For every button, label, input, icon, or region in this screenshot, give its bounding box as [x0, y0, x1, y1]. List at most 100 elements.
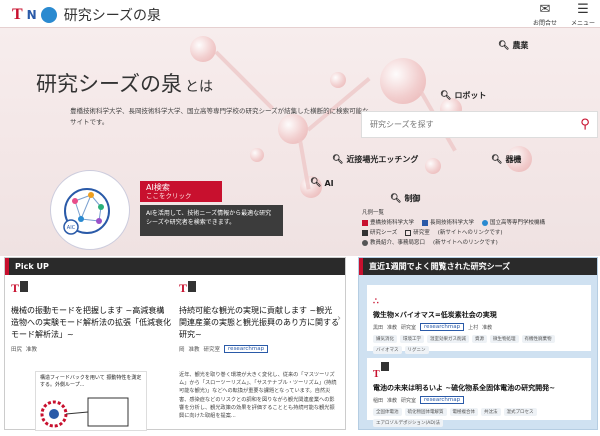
search-icon: 🔍︎	[310, 178, 322, 188]
keyword-chip[interactable]: 湿式プロセス	[503, 408, 537, 416]
legend-row: 豊橋技術科学大学 長岡技術科学大学 国立高等専門学校機構	[362, 218, 598, 228]
menu-button[interactable]: ☰ メニュー	[568, 2, 598, 27]
legend-heading: 凡例一覧	[362, 210, 385, 216]
keyword-chip[interactable]: 硫化物固体電解質	[404, 408, 447, 416]
recent-card-meta: 黒田 准教 研究室 researchmap 上村 准教	[373, 323, 493, 331]
site-title: 研究シーズの泉	[63, 8, 162, 24]
recent-card[interactable]: T 電池の未来は明るいよ ~硫化物系全固体電池の研究開発~ 稲田 准教 研究室 r…	[367, 358, 591, 427]
search-icon: 🔍︎	[332, 154, 344, 165]
toyohashi-badge-icon: T	[11, 281, 29, 296]
seeds-search-box[interactable]: ⚲	[361, 111, 598, 138]
tag-agriculture[interactable]: 🔍︎ 農業	[498, 40, 528, 51]
contact-button[interactable]: ✉ お問合せ	[530, 2, 560, 27]
search-icon: 🔍︎	[498, 40, 510, 51]
search-input[interactable]	[362, 120, 573, 129]
ai-search-sub: ここをクリック	[146, 192, 192, 200]
toyohashi-badge-icon: T	[373, 362, 389, 380]
keyword-chip[interactable]: 電極複合体	[449, 408, 478, 416]
seeds-icon	[362, 230, 368, 236]
pickup-card-meta: 岡准教 研究室 researchmap	[179, 345, 339, 353]
keyword-chips: 全固体電池 硫化物固体電解質 電極複合体 共沈法 湿式プロセス エアロゾルデポジ…	[373, 408, 585, 427]
recent-panel: 直近1週間でよく閲覧された研究シーズ ∴ 微生物×バイオマス=低炭素社会の実現 …	[358, 257, 598, 430]
recent-card-title[interactable]: 電池の未来は明るいよ ~硫化物系全固体電池の研究開発~	[373, 383, 585, 393]
logo-t-mark: T	[12, 6, 23, 23]
site-header: T N 研究シーズの泉 ✉ お問合せ ☰ メニュー	[0, 0, 600, 28]
decor-bubble	[425, 158, 441, 174]
tag-control[interactable]: 🔍︎ 制御	[390, 193, 420, 204]
hero-description: 豊橋技術科学大学、長岡技術科学大学、国立高等専門学校の研究シーズが結集した横断的…	[70, 107, 369, 126]
tag-near-field-etching[interactable]: 🔍︎ 近接場光エッチング	[332, 154, 418, 165]
lab-icon	[405, 230, 412, 236]
person-icon	[362, 240, 368, 246]
legend-item: (新サイトへのリンクです)	[437, 230, 503, 236]
toyohashi-icon	[362, 220, 368, 226]
keyword-chips: 嫌気消化 環境工学 温室効果ガス削減 資源 微生物処理 有機性廃棄物 バイオマス…	[373, 335, 585, 354]
recent-heading: 直近1週間でよく閲覧された研究シーズ	[359, 258, 597, 275]
keyword-chip[interactable]: 温室効果ガス削減	[427, 335, 469, 343]
tag-ai[interactable]: 🔍︎ AI	[310, 178, 334, 188]
search-icon: 🔍︎	[491, 154, 503, 165]
chevron-right-icon[interactable]: ›	[337, 313, 341, 324]
ai-illustration[interactable]: AIC	[50, 170, 130, 250]
tag-equipment[interactable]: 🔍︎ 器機	[491, 154, 521, 165]
nagaoka-icon	[422, 220, 429, 226]
decor-bubble	[250, 148, 264, 162]
search-icon: 🔍︎	[390, 193, 402, 204]
pickup-card-title[interactable]: 持続可能な観光の実現に貢献します ~観光関連産業の実態と観光振興のあり方に関する…	[179, 305, 339, 341]
keyword-chip[interactable]: 微生物処理	[490, 335, 519, 343]
keyword-chip[interactable]: 資源	[472, 335, 487, 343]
hero-title-main: 研究シーズの泉	[36, 72, 182, 96]
legend: 凡例一覧 豊橋技術科学大学 長岡技術科学大学 国立高等専門学校機構 研究シーズ …	[362, 208, 598, 248]
decor-rod	[214, 50, 274, 110]
researchmap-link[interactable]: researchmap	[224, 345, 269, 353]
ai-search-title: AI検索	[146, 183, 170, 192]
researchmap-link[interactable]: researchmap	[420, 323, 465, 331]
keyword-chip[interactable]: エアロゾルデポジション(AD)法	[373, 419, 444, 427]
researchmap-link[interactable]: researchmap	[420, 396, 465, 404]
pickup-card[interactable]: T 機械の振動モードを把握します ~高減衰構造物への実験モード解析法の拡張「低減…	[11, 281, 171, 431]
recent-card-title[interactable]: 微生物×バイオマス=低炭素社会の実現	[373, 310, 585, 320]
kosen-logo-icon	[40, 7, 57, 23]
search-icon[interactable]: ⚲	[573, 117, 597, 132]
keyword-chip[interactable]: 有機性廃棄物	[521, 335, 555, 343]
recent-card-meta: 稲田 准教 研究室 researchmap	[373, 396, 585, 404]
contact-label: お問合せ	[532, 20, 557, 27]
toyohashi-badge-icon: T	[179, 281, 197, 296]
pickup-heading: Pick UP	[5, 258, 345, 275]
hero-title: 研究シーズの泉 とは	[36, 68, 213, 98]
legend-item: 教員紹介、事務局窓口	[362, 238, 425, 248]
hamburger-icon: ☰	[577, 2, 589, 17]
svg-text:AIC: AIC	[67, 225, 76, 231]
keyword-chip[interactable]: 全固体電池	[373, 408, 402, 416]
pickup-card-meta: 田尻 准教	[11, 347, 38, 353]
legend-item: 長岡技術科学大学	[422, 218, 474, 228]
legend-item: 豊橋技術科学大学	[362, 218, 414, 228]
decor-bubble	[380, 58, 426, 104]
tag-robot[interactable]: 🔍︎ ロボット	[440, 90, 486, 101]
pickup-panel: Pick UP T 機械の振動モードを把握します ~高減衰構造物への実験モード解…	[4, 257, 346, 431]
keyword-chip[interactable]: リグニン	[404, 346, 429, 354]
menu-label: メニュー	[570, 20, 595, 27]
ai-search-button[interactable]: AI検索 ここをクリック	[140, 181, 222, 202]
keyword-chip[interactable]: 嫌気消化	[373, 335, 397, 343]
site-logo[interactable]: T N 研究シーズの泉	[12, 5, 161, 25]
ai-description: AIを活用して、技術ニーズ情報から最適な研究シーズや研究者を検索できます。	[140, 205, 283, 236]
mail-icon: ✉	[539, 2, 551, 17]
legend-item: (新サイトへのリンクです)	[433, 240, 498, 246]
logo-n-mark: N	[26, 8, 37, 22]
pickup-card-title[interactable]: 機械の振動モードを把握します ~高減衰構造物への実験モード解析法の拡張「低減衰化…	[11, 305, 171, 341]
recent-card[interactable]: ∴ 微生物×バイオマス=低炭素社会の実現 黒田 准教 研究室 researchma…	[367, 285, 591, 354]
legend-item: 研究シーズ	[362, 228, 397, 238]
legend-row: 教員紹介、事務局窓口 (新サイトへのリンクです)	[362, 238, 598, 248]
hero-title-suffix: とは	[184, 79, 213, 95]
keyword-chip[interactable]: バイオマス	[373, 346, 402, 354]
search-icon: 🔍︎	[440, 90, 452, 101]
kosen-icon	[482, 220, 489, 226]
keyword-chip[interactable]: 共沈法	[481, 408, 501, 416]
keyword-chip[interactable]: 環境工学	[400, 335, 424, 343]
decor-bubble	[330, 72, 346, 88]
decor-bubble	[190, 36, 216, 62]
gear-diagram-icon	[40, 397, 129, 428]
pickup-card[interactable]: T 持続可能な観光の実現に貢献します ~観光関連産業の実態と観光振興のあり方に関…	[179, 281, 339, 431]
legend-item: 研究室	[405, 228, 430, 238]
